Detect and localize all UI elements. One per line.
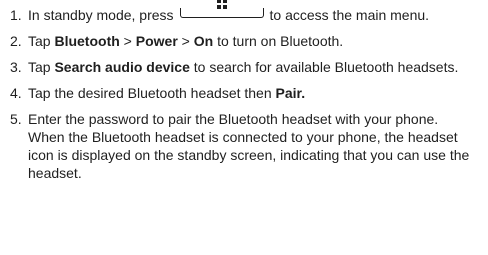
step-text: Tap Bluetooth > Power > On to turn on Bl… bbox=[28, 33, 343, 49]
step-text-part: Tap bbox=[28, 59, 55, 75]
step-number: 3. bbox=[10, 59, 22, 75]
step-text: Tap Search audio device to search for av… bbox=[28, 59, 458, 75]
menu-key-icon bbox=[179, 0, 264, 24]
step-1: 1. In standby mode, press to access the m… bbox=[10, 0, 480, 24]
step-3: 3. Tap Search audio device to search for… bbox=[10, 58, 480, 76]
step-text-part: to search for available Bluetooth headse… bbox=[189, 59, 459, 75]
step-text-part: Tap bbox=[28, 33, 55, 49]
menu-item-on: On bbox=[193, 33, 214, 49]
step-text-part: Tap the desired Bluetooth headset then bbox=[28, 85, 276, 101]
menu-key-outline bbox=[179, 8, 264, 18]
step-5: 5. Enter the password to pair the Blueto… bbox=[10, 110, 480, 182]
step-text-part: > bbox=[119, 33, 136, 49]
step-number: 4. bbox=[10, 85, 22, 101]
step-text: Enter the password to pair the Bluetooth… bbox=[28, 110, 480, 182]
menu-item-search-audio-device: Search audio device bbox=[54, 59, 190, 75]
menu-item-power: Power bbox=[135, 33, 178, 49]
step-text-part: to turn on Bluetooth. bbox=[213, 33, 344, 49]
step-text-part: to access the main menu. bbox=[269, 7, 430, 23]
menu-item-pair: Pair. bbox=[275, 85, 306, 101]
menu-item-bluetooth: Bluetooth bbox=[54, 33, 120, 49]
step-4: 4. Tap the desired Bluetooth headset the… bbox=[10, 84, 480, 102]
step-text-part: Enter the password to pair the Bluetooth… bbox=[28, 111, 439, 127]
step-text-part: > bbox=[177, 33, 194, 49]
step-2: 2. Tap Bluetooth > Power > On to turn on… bbox=[10, 32, 480, 50]
step-number: 5. bbox=[10, 111, 22, 127]
instruction-steps: 1. In standby mode, press to access the m… bbox=[10, 0, 480, 190]
step-text-part: In standby mode, press bbox=[28, 7, 174, 23]
step-text: In standby mode, press to access the main… bbox=[28, 0, 430, 24]
step-number: 1. bbox=[10, 7, 22, 23]
step-text: Tap the desired Bluetooth headset then P… bbox=[28, 85, 305, 101]
step-note: When the Bluetooth headset is connected … bbox=[28, 129, 470, 181]
step-number: 2. bbox=[10, 33, 22, 49]
